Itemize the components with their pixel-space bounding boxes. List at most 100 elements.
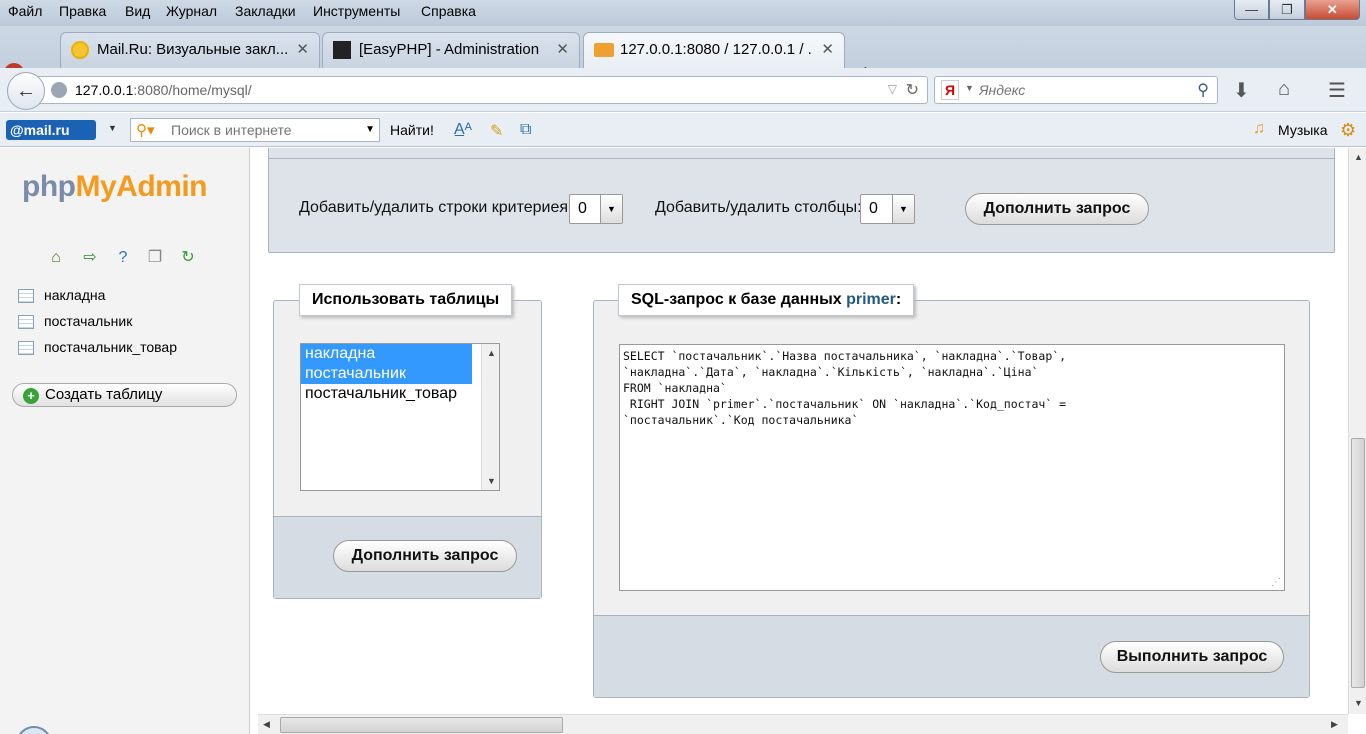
use-tables-fieldset: накладна постачальник постачальник_товар…	[273, 300, 542, 599]
easyphp-favicon-icon	[333, 41, 351, 59]
scroll-down-icon[interactable]: ▼	[1354, 698, 1363, 708]
list-item[interactable]: постачальник	[301, 364, 472, 384]
close-window-button[interactable]: ✕	[1304, 0, 1360, 20]
table-label: постачальник_товар	[44, 339, 177, 355]
criteria-cols-label: Добавить/удалить столбцы:	[655, 199, 862, 216]
scroll-up-icon[interactable]: ▲	[487, 348, 496, 358]
sidebar-table-postachalnyk-tovar[interactable]: постачальник_товар	[18, 339, 177, 356]
pma-favicon-icon	[594, 43, 614, 57]
scroll-right-icon[interactable]: ▶	[1331, 719, 1338, 730]
scroll-left-icon[interactable]: ◀	[263, 719, 270, 730]
sql-query-textarea[interactable]: SELECT `постачальник`.`Назва постачальни…	[619, 344, 1285, 591]
menu-edit[interactable]: Правка	[59, 3, 106, 19]
minimize-button[interactable]: —	[1234, 0, 1270, 20]
mailru-logo[interactable]: @mail.ru	[6, 120, 96, 140]
table-icon	[18, 289, 34, 304]
legend-suffix: :	[895, 291, 902, 308]
search-input[interactable]	[979, 81, 1179, 99]
use-tables-legend: Использовать таблицы	[299, 284, 513, 316]
home-icon[interactable]: ⌂	[1278, 78, 1290, 101]
mailru-favicon-icon	[71, 41, 89, 59]
find-button[interactable]: Найти!	[390, 122, 434, 138]
criteria-rows-select[interactable]: 0 ▼	[569, 194, 623, 224]
navigation-bar: 127.0.0.1:8080/home/mysql/ ▽ ↻ ← Я ▼ ⚲ ⬇…	[0, 68, 1366, 112]
back-button[interactable]: ←	[7, 72, 45, 110]
listbox-scrollbar[interactable]: ▲ ▼	[481, 344, 499, 490]
execute-query-button[interactable]: Выполнить запрос	[1100, 641, 1284, 673]
tab-easyphp[interactable]: [EasyPHP] - Administration ✕	[322, 32, 580, 68]
highlight-icon[interactable]: ✎	[490, 121, 503, 141]
page-vertical-scrollbar[interactable]: ▲ ▼	[1348, 148, 1366, 714]
reload-icon[interactable]: ↻	[178, 248, 198, 268]
tab-title: Mail.Ru: Визуальные закл...	[97, 41, 287, 58]
chevron-down-icon[interactable]: ▼	[365, 124, 375, 135]
scroll-up-icon[interactable]: ▲	[1354, 152, 1363, 162]
menu-tools[interactable]: Инструменты	[313, 3, 400, 19]
scrollbar-thumb[interactable]	[280, 717, 563, 733]
resize-grip-icon[interactable]: ⋰	[1271, 577, 1281, 588]
tab-strip: ABP ▼ Mail.Ru: Визуальные закл... ✕ [Eas…	[0, 26, 1366, 85]
menu-help[interactable]: Справка	[421, 3, 476, 19]
phpmyadmin-logo[interactable]: phpMyAdmin	[22, 170, 207, 204]
close-icon[interactable]: ✕	[556, 40, 569, 58]
table-icon	[18, 341, 34, 356]
font-size-icon[interactable]: A̲ᴬ	[454, 121, 472, 139]
address-bar[interactable]: 127.0.0.1:8080/home/mysql/ ▽ ↻	[38, 76, 928, 104]
update-query-button-top[interactable]: Дополнить запрос	[965, 193, 1149, 225]
zoom-icon[interactable]: ⧉	[520, 121, 531, 139]
close-icon[interactable]: ✕	[821, 40, 834, 58]
reload-icon[interactable]: ↻	[906, 80, 919, 100]
history-dropdown-icon[interactable]: ▽	[888, 82, 897, 96]
chevron-down-icon: ▼	[600, 195, 622, 223]
create-table-button[interactable]: + Создать таблицу	[12, 383, 237, 407]
tab-mailru[interactable]: Mail.Ru: Визуальные закл... ✕	[60, 32, 320, 68]
yandex-icon[interactable]: Я	[941, 80, 959, 100]
sql-query-legend: SQL-запрос к базе данных primer:	[618, 284, 915, 316]
list-item[interactable]: постачальник_товар	[301, 384, 472, 404]
home-icon[interactable]: ⌂	[46, 248, 66, 268]
music-icon[interactable]: ♫	[1253, 120, 1265, 138]
db-name-link[interactable]: primer	[846, 291, 896, 308]
criteria-cols-select[interactable]: 0 ▼	[860, 194, 915, 224]
menu-history[interactable]: Журнал	[166, 3, 217, 19]
scrollbar-thumb[interactable]	[1351, 438, 1365, 688]
gear-icon[interactable]: ⚙	[1340, 120, 1356, 141]
mailru-search-box[interactable]: ⚲▾ ▼	[130, 118, 380, 142]
search-icon[interactable]: ⚲	[1197, 80, 1209, 100]
plus-icon: +	[23, 388, 39, 404]
sidebar-table-nakladna[interactable]: накладна	[18, 287, 106, 304]
menu-view[interactable]: Вид	[125, 3, 150, 19]
download-icon[interactable]: ⬇	[1233, 78, 1250, 103]
url-host: 127.0.0.1	[75, 82, 134, 98]
logout-icon[interactable]: ⇨	[80, 248, 100, 268]
toolbar-bar: @mail.ru ▼ ⚲▾ ▼ Найти! A̲ᴬ ✎ ⧉ ♫ Музыка …	[0, 113, 1366, 147]
sql-query-footer: Выполнить запрос	[594, 615, 1309, 697]
menu-icon[interactable]: ☰	[1328, 78, 1346, 103]
list-item[interactable]: накладна	[301, 344, 472, 364]
scroll-down-icon[interactable]: ▼	[487, 476, 496, 486]
maximize-button[interactable]: ❐	[1269, 0, 1305, 20]
url-path: :8080/home/mysql/	[133, 82, 252, 98]
menu-bookmarks[interactable]: Закладки	[235, 3, 296, 19]
help-icon[interactable]: ?	[113, 248, 133, 268]
bottom-round-icon[interactable]	[16, 726, 52, 734]
mailru-search-input[interactable]	[171, 122, 361, 138]
music-label[interactable]: Музыка	[1278, 122, 1328, 138]
logo-myadmin: MyAdmin	[75, 170, 207, 203]
chevron-down-icon[interactable]: ▼	[965, 83, 974, 93]
update-query-button[interactable]: Дополнить запрос	[333, 540, 517, 572]
create-table-label: Создать таблицу	[45, 386, 163, 403]
tab-phpmyadmin[interactable]: 127.0.0.1:8080 / 127.0.0.1 / ... ✕	[583, 32, 845, 68]
page-horizontal-scrollbar[interactable]: ◀ ▶	[258, 714, 1348, 734]
table-label: накладна	[44, 287, 106, 303]
docs-icon[interactable]: ❐	[145, 248, 165, 268]
search-bar[interactable]: Я ▼ ⚲	[934, 76, 1218, 104]
sql-query-fieldset: SELECT `постачальник`.`Назва постачальни…	[593, 300, 1310, 698]
tables-listbox[interactable]: накладна постачальник постачальник_товар…	[300, 343, 500, 491]
url-text[interactable]: 127.0.0.1:8080/home/mysql/	[75, 82, 252, 98]
sidebar-table-postachalnyk[interactable]: постачальник	[18, 313, 132, 330]
criteria-rows-label: Добавить/удалить строки критериея:	[299, 199, 573, 216]
chevron-down-icon[interactable]: ▼	[108, 123, 117, 133]
close-icon[interactable]: ✕	[296, 40, 309, 58]
menu-file[interactable]: Файл	[8, 3, 42, 19]
